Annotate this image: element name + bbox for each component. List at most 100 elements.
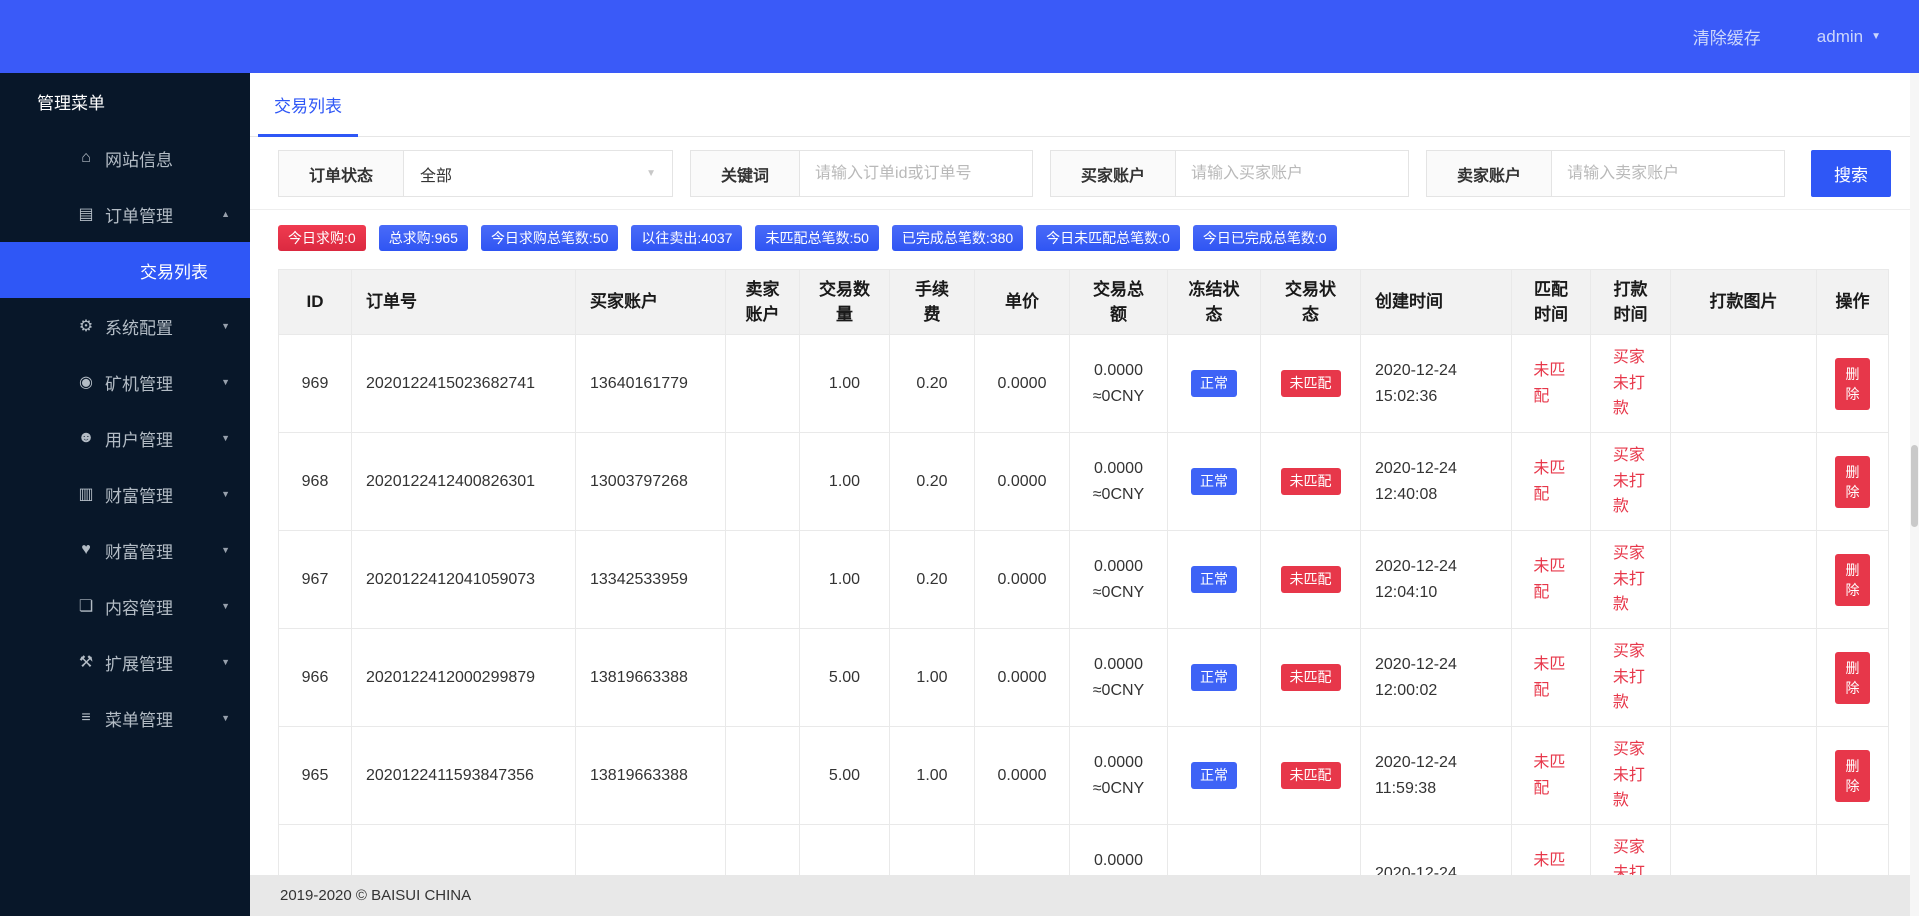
- order-status-select[interactable]: 全部 ▼: [404, 151, 672, 196]
- search-button[interactable]: 搜索: [1811, 150, 1891, 197]
- column-header-price: 单价: [974, 269, 1070, 335]
- cell-pay: 买家未打款: [1590, 628, 1671, 727]
- cell-order: 2020122412041059073: [351, 530, 576, 629]
- sidebar-item-site-info[interactable]: ⌂ 网站信息: [0, 130, 250, 186]
- cell-id: 965: [278, 726, 352, 825]
- sidebar-item-label: 用户管理: [105, 430, 173, 450]
- delete-button[interactable]: 删除: [1835, 455, 1870, 508]
- match-time-text: 未匹配: [1533, 557, 1566, 601]
- pay-time-text: 买家未打款: [1612, 741, 1645, 810]
- cell-order: 2020122412400826301: [351, 432, 576, 531]
- buyer-account-input[interactable]: [1176, 151, 1409, 196]
- cell-status: 未匹配: [1260, 530, 1361, 629]
- trade-status-badge: 未匹配: [1280, 762, 1341, 789]
- delete-button[interactable]: 删除: [1835, 553, 1870, 606]
- sidebar-item-system-config[interactable]: ⚙ 系统配置 ▼: [0, 298, 250, 354]
- cell-image: [1670, 334, 1817, 433]
- sidebar-item-label: 财富管理: [105, 542, 173, 562]
- keyword-input[interactable]: [800, 151, 1033, 196]
- sidebar-item-label: 网站信息: [105, 150, 173, 170]
- order-status-filter: 订单状态 全部 ▼: [278, 150, 674, 197]
- cell-created: 2020-12-24 12:04:10: [1360, 530, 1512, 629]
- scrollbar-thumb[interactable]: [1911, 445, 1918, 527]
- delete-button[interactable]: 删除: [1835, 357, 1870, 410]
- cell-action: 删除: [1816, 628, 1889, 727]
- cell-buyer: 13342533959: [575, 530, 726, 629]
- pay-time-text: 买家未打款: [1612, 349, 1645, 418]
- table-header-row: ID 订单号 买家账户 卖家账户 交易数量 手续费 单价 交易总额 冻结状态 交易状态 创建时间 匹配…: [278, 269, 1889, 335]
- cell-action: 删除: [1816, 530, 1889, 629]
- cell-image: [1670, 432, 1817, 531]
- column-header-buyer: 买家账户: [575, 269, 726, 335]
- cell-qty: 1.00: [799, 334, 890, 433]
- delete-button[interactable]: 删除: [1835, 651, 1870, 704]
- freeze-status-badge: 正常: [1191, 664, 1237, 691]
- document-icon: ❏: [78, 598, 94, 615]
- table-row: 968 2020122412400826301 13003797268 1.00 0.2…: [278, 432, 1889, 531]
- admin-dropdown[interactable]: admin ▼: [1817, 27, 1881, 47]
- sidebar-item-transaction-list[interactable]: 交易列表: [0, 242, 250, 298]
- cell-seller: [725, 628, 800, 727]
- copyright-text: 2019-2020 © BAISUI CHINA: [280, 887, 472, 904]
- chevron-down-icon: ▼: [221, 545, 230, 555]
- vertical-scrollbar[interactable]: [1910, 73, 1919, 916]
- match-time-text: 未匹配: [1533, 361, 1566, 405]
- users-icon: ☻: [77, 429, 95, 446]
- cell-order: 2020122415023682741: [351, 334, 576, 433]
- pay-time-text: 买家未打款: [1612, 643, 1645, 712]
- cell-fee: 1.00: [889, 628, 975, 727]
- cell-image: [1670, 726, 1817, 825]
- cell-price: 0.0000: [974, 334, 1070, 433]
- cell-freeze: 正常: [1167, 726, 1261, 825]
- sidebar-item-extension-management[interactable]: ⚒ 扩展管理 ▼: [0, 634, 250, 690]
- stat-badge: 总求购:965: [378, 225, 468, 251]
- sidebar-item-miner-management[interactable]: ◉ 矿机管理 ▼: [0, 354, 250, 410]
- sidebar: 管理菜单 ⌂ 网站信息 ▤ 订单管理 ▲ 交易列表 ⚙ 系统配置 ▼ ◉ 矿机管理 ▼ ☻ 用户管理 ▼ ▥ 财…: [0, 73, 250, 916]
- sidebar-item-menu-management[interactable]: ≡ 菜单管理 ▼: [0, 690, 250, 746]
- column-header-order: 订单号: [351, 269, 576, 335]
- sidebar-item-order-management[interactable]: ▤ 订单管理 ▲: [0, 186, 250, 242]
- tab-transaction-list[interactable]: 交易列表: [258, 73, 358, 137]
- stat-badge: 已完成总笔数:380: [891, 225, 1024, 251]
- main-layout: 管理菜单 ⌂ 网站信息 ▤ 订单管理 ▲ 交易列表 ⚙ 系统配置 ▼ ◉ 矿机管理 ▼ ☻ 用户管理 ▼ ▥ 财…: [0, 73, 1919, 916]
- delete-button[interactable]: 删除: [1835, 749, 1870, 802]
- chevron-down-icon: ▼: [221, 489, 230, 499]
- chevron-down-icon: ▼: [646, 168, 657, 179]
- order-status-label: 订单状态: [279, 151, 405, 196]
- table-body: 969 2020122415023682741 13640161779 1.00 0.2…: [278, 334, 1889, 916]
- cell-price: 0.0000: [974, 432, 1070, 531]
- sidebar-item-user-management[interactable]: ☻ 用户管理 ▼: [0, 410, 250, 466]
- column-header-freeze: 冻结状态: [1167, 269, 1261, 335]
- cell-qty: 5.00: [799, 726, 890, 825]
- keyword-filter: 关键词: [690, 150, 1034, 197]
- cell-action: 删除: [1816, 726, 1889, 825]
- sidebar-item-label: 财富管理: [105, 486, 173, 506]
- trade-status-badge: 未匹配: [1280, 664, 1341, 691]
- admin-username: admin: [1816, 26, 1864, 46]
- cell-total: 0.0000 ≈0CNY: [1069, 726, 1168, 825]
- chevron-down-icon: ▼: [221, 377, 230, 387]
- cell-seller: [725, 334, 800, 433]
- sidebar-item-wealth-management[interactable]: ▥ 财富管理 ▼: [0, 466, 250, 522]
- money-icon: ▥: [78, 486, 94, 503]
- chevron-down-icon: ▼: [221, 713, 230, 723]
- wrench-icon: ⚒: [78, 654, 94, 671]
- heartbeat-icon: ♥: [81, 541, 91, 558]
- buyer-account-filter: 买家账户: [1050, 150, 1410, 197]
- trade-status-badge: 未匹配: [1280, 566, 1341, 593]
- cell-pay: 买家未打款: [1590, 726, 1671, 825]
- sidebar-item-content-management[interactable]: ❏ 内容管理 ▼: [0, 578, 250, 634]
- clear-cache-button[interactable]: 清除缓存: [1693, 24, 1761, 49]
- home-icon: ⌂: [81, 149, 91, 166]
- cell-order: 2020122412000299879: [351, 628, 576, 727]
- cell-seller: [725, 726, 800, 825]
- seller-account-input[interactable]: [1552, 151, 1785, 196]
- cell-pay: 买家未打款: [1590, 334, 1671, 433]
- orders-icon: ▤: [78, 206, 94, 223]
- chevron-down-icon: ▼: [221, 657, 230, 667]
- sidebar-menu: ⌂ 网站信息 ▤ 订单管理 ▲ 交易列表 ⚙ 系统配置 ▼ ◉ 矿机管理 ▼ ☻ 用户管理 ▼ ▥ 财富管理 ▼ ♥…: [0, 130, 250, 746]
- sidebar-item-label: 交易列表: [140, 262, 208, 282]
- cell-buyer: 13640161779: [575, 334, 726, 433]
- sidebar-item-label: 扩展管理: [105, 654, 173, 674]
- sidebar-item-wealth-management-2[interactable]: ♥ 财富管理 ▼: [0, 522, 250, 578]
